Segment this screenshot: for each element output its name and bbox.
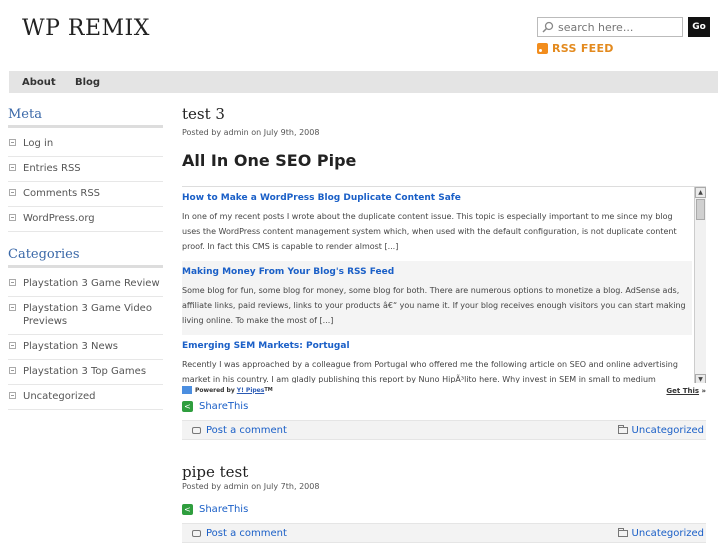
sidebar-item-comments-rss[interactable]: Comments RSS	[8, 182, 163, 207]
pipe-footer: Powered by Y! Pipes TM Get This »	[182, 386, 706, 398]
post-category-label: Uncategorized	[631, 424, 704, 436]
search-icon	[542, 21, 554, 33]
pipe-item: How to Make a WordPress Blog Duplicate C…	[182, 187, 692, 261]
bullet-icon	[9, 392, 16, 399]
sidebar-item-ps3-top-games[interactable]: Playstation 3 Top Games	[8, 360, 163, 385]
share-this-button[interactable]: < ShareThis	[182, 401, 248, 412]
pipe-item: Emerging SEM Markets: Portugal Recently …	[182, 335, 692, 383]
meta-list: Log in Entries RSS Comments RSS WordPres…	[8, 132, 163, 232]
rss-icon	[537, 43, 548, 54]
pipe-title: All In One SEO Pipe	[182, 151, 357, 170]
sidebar-item-label: Entries RSS	[23, 163, 81, 174]
sidebar-item-ps3-game-review[interactable]: Playstation 3 Game Review	[8, 272, 163, 297]
pipe-scrollbar[interactable]: ▲ ▼	[694, 187, 706, 383]
scroll-down-icon[interactable]: ▼	[695, 374, 706, 383]
search-input[interactable]	[558, 20, 678, 34]
post-comment-link[interactable]: Post a comment	[192, 425, 287, 436]
sidebar-item-label: WordPress.org	[23, 213, 95, 224]
scroll-up-icon[interactable]: ▲	[695, 187, 706, 198]
sidebar-item-ps3-news[interactable]: Playstation 3 News	[8, 335, 163, 360]
main-content: test 3 Posted by admin on July 9th, 2008…	[182, 105, 707, 543]
bullet-icon	[9, 304, 16, 311]
sidebar-item-wordpress-org[interactable]: WordPress.org	[8, 207, 163, 232]
bullet-icon	[9, 164, 16, 171]
sidebar-item-label: Playstation 3 Game Review	[23, 278, 160, 289]
get-this-arrow: »	[701, 387, 706, 395]
post-comment-link[interactable]: Post a comment	[192, 528, 287, 539]
get-this-label: Get This	[666, 387, 700, 395]
post-category-label: Uncategorized	[631, 527, 704, 539]
share-label: ShareThis	[199, 401, 249, 412]
comment-icon	[192, 426, 201, 434]
sidebar: Meta Log in Entries RSS Comments RSS Wor…	[8, 107, 163, 410]
pipe-item-desc: In one of my recent posts I wrote about …	[182, 212, 677, 251]
categories-list: Playstation 3 Game Review Playstation 3 …	[8, 272, 163, 410]
folder-icon	[617, 527, 628, 537]
share-icon: <	[182, 504, 193, 515]
get-this-link[interactable]: Get This »	[666, 387, 706, 395]
sidebar-categories-heading: Categories	[8, 247, 163, 268]
go-button[interactable]: Go	[688, 17, 710, 37]
bullet-icon	[9, 139, 16, 146]
sidebar-item-label: Log in	[23, 138, 54, 149]
post-title[interactable]: pipe test	[182, 463, 248, 481]
share-icon: <	[182, 401, 193, 412]
post-meta: Posted by admin on July 9th, 2008	[182, 128, 320, 137]
pipe-item: Making Money From Your Blog's RSS Feed S…	[182, 261, 692, 335]
pipe-item-title[interactable]: Making Money From Your Blog's RSS Feed	[182, 267, 692, 277]
post-footer: Post a comment Uncategorized	[182, 420, 706, 440]
pipe-item-desc: Some blog for fun, some blog for money, …	[182, 286, 686, 325]
post-comment-label: Post a comment	[206, 527, 287, 539]
post-category-link[interactable]: Uncategorized	[617, 527, 704, 539]
pipe-item-desc: Recently I was approached by a colleague…	[182, 360, 678, 383]
search-box[interactable]	[537, 17, 683, 37]
sidebar-item-label: Playstation 3 News	[23, 341, 119, 352]
folder-icon	[617, 424, 628, 434]
bullet-icon	[9, 279, 16, 286]
main-nav: About Blog	[9, 71, 718, 93]
comment-icon	[192, 529, 201, 537]
bullet-icon	[9, 214, 16, 221]
pipe-item-title[interactable]: How to Make a WordPress Blog Duplicate C…	[182, 193, 692, 203]
nav-about[interactable]: About	[22, 77, 56, 88]
pipes-logo-icon	[182, 386, 192, 394]
sidebar-item-ps3-game-video-previews[interactable]: Playstation 3 Game Video Previews	[8, 297, 163, 335]
sidebar-item-label: Playstation 3 Game Video Previews	[23, 303, 152, 327]
post-category-link[interactable]: Uncategorized	[617, 424, 704, 436]
scroll-thumb[interactable]	[696, 199, 705, 220]
powered-by: Powered by Y! Pipes TM	[182, 386, 273, 394]
share-label: ShareThis	[199, 504, 249, 515]
nav-blog[interactable]: Blog	[75, 77, 100, 88]
pipe-item-title[interactable]: Emerging SEM Markets: Portugal	[182, 341, 692, 351]
sidebar-item-label: Uncategorized	[23, 391, 96, 402]
share-this-button[interactable]: < ShareThis	[182, 504, 248, 515]
powered-by-label: Powered by	[195, 386, 235, 394]
sidebar-item-entries-rss[interactable]: Entries RSS	[8, 157, 163, 182]
yahoo-pipes-link[interactable]: Y! Pipes	[237, 387, 265, 394]
sidebar-item-log-in[interactable]: Log in	[8, 132, 163, 157]
bullet-icon	[9, 367, 16, 374]
post-title[interactable]: test 3	[182, 105, 707, 123]
post-footer: Post a comment Uncategorized	[182, 523, 706, 543]
sidebar-item-uncategorized[interactable]: Uncategorized	[8, 385, 163, 410]
sidebar-item-label: Comments RSS	[23, 188, 101, 199]
sidebar-item-label: Playstation 3 Top Games	[23, 366, 147, 377]
post-meta: Posted by admin on July 7th, 2008	[182, 482, 320, 491]
rss-feed-label: RSS FEED	[552, 42, 614, 55]
post-comment-label: Post a comment	[206, 424, 287, 436]
bullet-icon	[9, 342, 16, 349]
bullet-icon	[9, 189, 16, 196]
pipe-feed-box[interactable]: How to Make a WordPress Blog Duplicate C…	[182, 186, 706, 383]
trademark-mark: TM	[264, 387, 273, 393]
rss-feed-link[interactable]: RSS FEED	[537, 42, 614, 55]
sidebar-meta-heading: Meta	[8, 107, 163, 128]
site-logo[interactable]: WP REMIX	[22, 16, 150, 41]
